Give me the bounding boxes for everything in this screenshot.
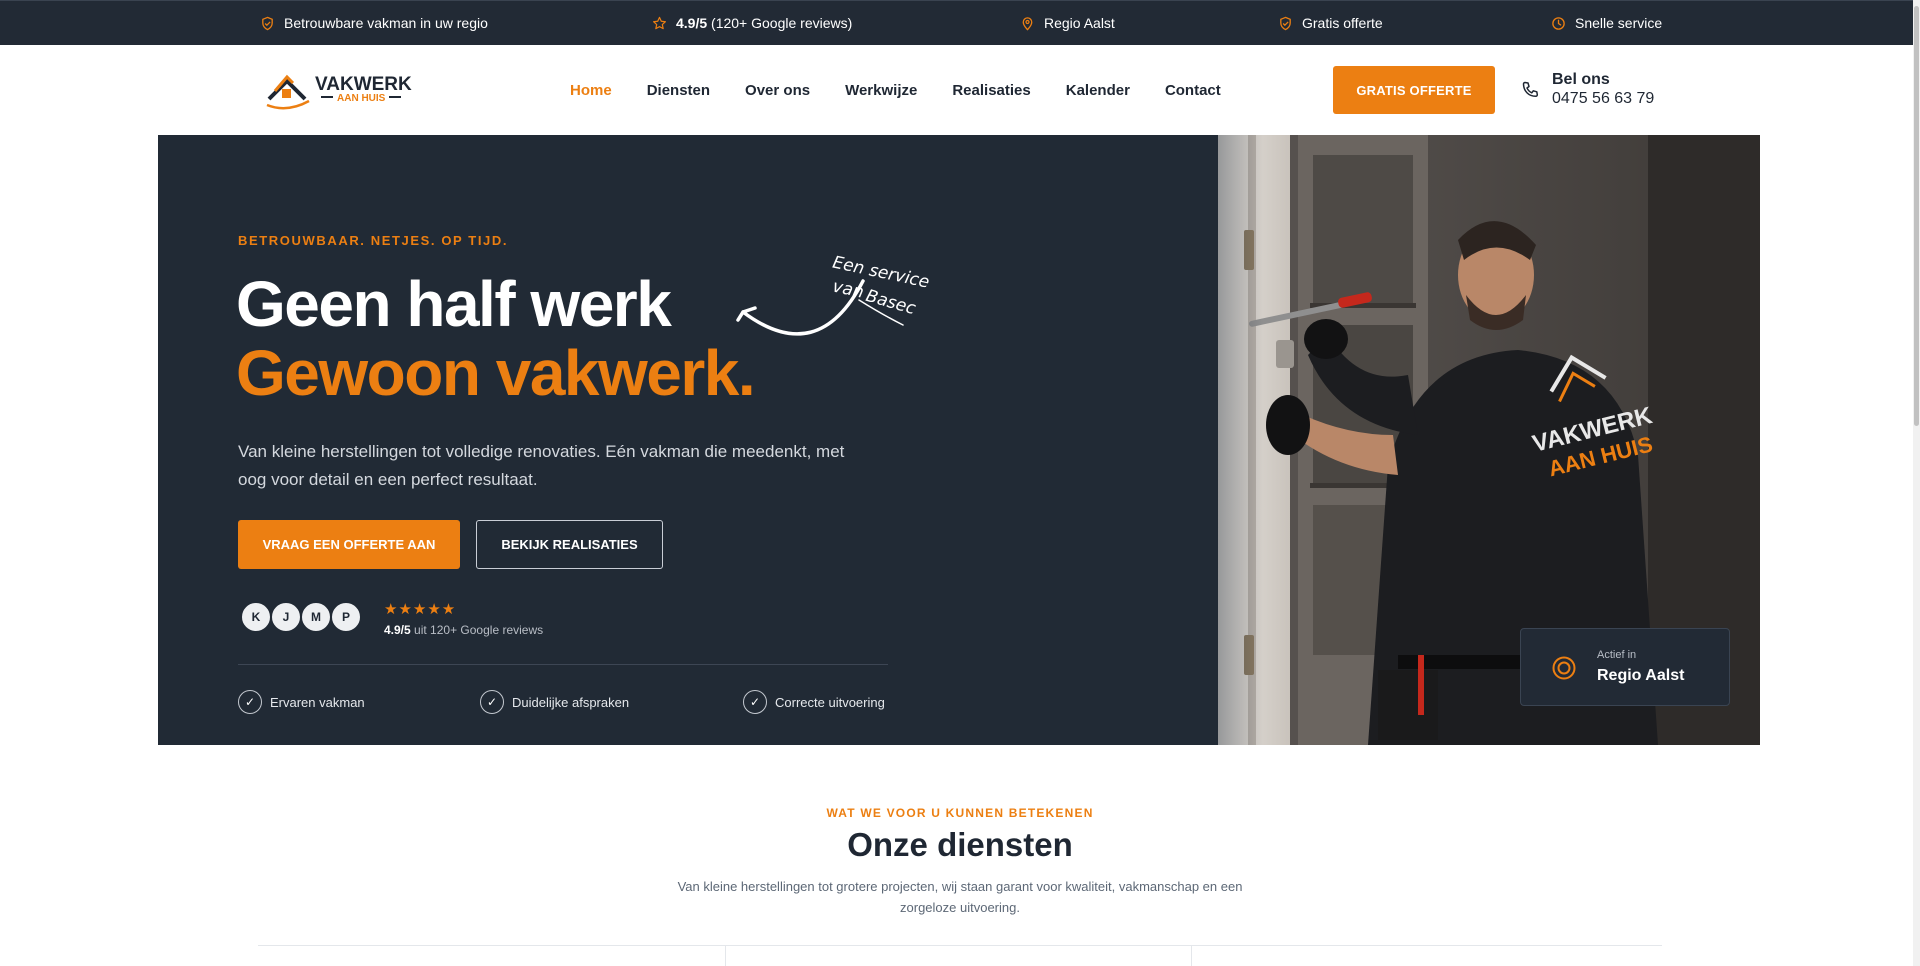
badge-region: Regio Aalst (1597, 667, 1685, 684)
services-card-divider (1191, 945, 1192, 966)
hero-divider (238, 664, 888, 665)
topbar-item-fast-service: Snelle service (1551, 15, 1662, 31)
nav-home[interactable]: Home (570, 82, 612, 99)
hero-eyebrow: BETROUWBAAR. NETJES. OP TIJD. (238, 233, 509, 248)
feature-correct-execution: ✓ Correcte uitvoering (743, 690, 885, 714)
avatar: M (300, 601, 332, 633)
feature-label: Duidelijke afspraken (512, 694, 630, 710)
check-icon: ✓ (480, 690, 504, 714)
topbar-rating: 4.9/5 (676, 15, 708, 31)
nav-kalender[interactable]: Kalender (1066, 82, 1130, 99)
hero-description: Van kleine herstellingen tot volledige r… (238, 442, 845, 489)
rating-stars: ★★★★★ (384, 601, 457, 618)
page-scrollbar[interactable] (1913, 0, 1920, 966)
services-description: Van kleine herstellingen tot grotere pro… (677, 879, 1243, 915)
rating-summary: 4.9/5 uit 120+ Google reviews (384, 623, 543, 637)
avatar: K (240, 601, 272, 633)
nav-diensten[interactable]: Diensten (647, 82, 710, 99)
nav-over-ons[interactable]: Over ons (745, 82, 810, 99)
handwritten-service-note: Een service van Basec (736, 255, 931, 336)
hero-title-line1: Geen half werk (236, 268, 672, 340)
check-icon: ✓ (238, 690, 262, 714)
handwritten-brand: Basec (864, 286, 919, 319)
clock-icon (1552, 16, 1565, 30)
call-text: Bel ons 0475 56 63 79 (1552, 70, 1654, 109)
shield-check-icon (1280, 16, 1291, 30)
topbar-region-text: Regio Aalst (1044, 15, 1115, 31)
topbar-trust-text: Betrouwbare vakman in uw regio (284, 15, 488, 31)
rating-value: 4.9/5 (384, 623, 411, 637)
rating-text: uit 120+ Google reviews (414, 623, 544, 637)
nav-contact[interactable]: Contact (1165, 82, 1221, 99)
phone-icon (1522, 81, 1539, 97)
services-grid-top-border (258, 945, 1662, 946)
shield-check-icon (262, 16, 273, 30)
main-nav: Home Diensten Over ons Werkwijze Realisa… (570, 82, 1256, 99)
feature-label: Ervaren vakman (270, 694, 365, 710)
nav-werkwijze[interactable]: Werkwijze (845, 82, 917, 99)
feature-experienced: ✓ Ervaren vakman (238, 690, 365, 714)
topbar-item-reviews: 4.9/5 (120+ Google reviews) (652, 15, 852, 31)
logo-text-line2: AAN HUIS (337, 93, 386, 104)
call-label: Bel ons (1552, 71, 1610, 88)
topbar-reviews-text: 4.9/5 (120+ Google reviews) (676, 15, 852, 31)
reviewer-avatars: K J M P (240, 601, 362, 633)
map-pin-icon (1022, 16, 1033, 31)
site-header: VAKWERK AAN HUIS Home Diensten Over ons … (0, 45, 1920, 135)
request-quote-button[interactable]: VRAAG EEN OFFERTE AAN (238, 520, 460, 569)
free-quote-button[interactable]: GRATIS OFFERTE (1333, 66, 1495, 114)
target-icon (1552, 656, 1576, 680)
view-projects-button[interactable]: BEKIJK REALISATIES (476, 520, 663, 569)
services-eyebrow: WAT WE VOOR U KUNNEN BETEKENEN (826, 806, 1094, 820)
nav-realisaties[interactable]: Realisaties (952, 82, 1030, 99)
hero-image-fade (1153, 135, 1263, 745)
logo-text-line1: VAKWERK (315, 74, 412, 95)
top-info-bar: Betrouwbare vakman in uw regio 4.9/5 (12… (0, 0, 1920, 45)
services-card-divider (725, 945, 726, 966)
star-icon (652, 16, 667, 29)
call-us-link[interactable]: Bel ons 0475 56 63 79 (1520, 70, 1654, 109)
hero-title-line2: Gewoon vakwerk. (236, 337, 756, 409)
topbar-free-quote-text: Gratis offerte (1302, 15, 1383, 31)
scrollbar-thumb[interactable] (1914, 6, 1919, 426)
site-logo[interactable]: VAKWERK AAN HUIS (265, 65, 435, 113)
badge-label: Actief in (1597, 649, 1637, 661)
services-title: Onze diensten (847, 826, 1073, 863)
topbar-fast-service-text: Snelle service (1575, 15, 1663, 31)
phone-number[interactable]: 0475 56 63 79 (1552, 89, 1654, 109)
topbar-review-count: (120+ Google reviews) (711, 15, 853, 31)
active-region-badge: Actief in Regio Aalst (1520, 628, 1730, 706)
feature-label: Correcte uitvoering (775, 694, 885, 710)
topbar-item-free-quote: Gratis offerte (1278, 15, 1383, 31)
topbar-item-region: Regio Aalst (1020, 15, 1115, 31)
avatar: P (330, 601, 362, 633)
topbar-item-trust: Betrouwbare vakman in uw regio (260, 15, 488, 31)
avatar: J (270, 601, 302, 633)
hero-section: VAKWERK AAN HUIS BETROUWBAAR. NETJES. OP… (158, 135, 1760, 745)
handwritten-line2: van (831, 277, 866, 303)
feature-clear-agreements: ✓ Duidelijke afspraken (480, 690, 629, 714)
check-icon: ✓ (743, 690, 767, 714)
